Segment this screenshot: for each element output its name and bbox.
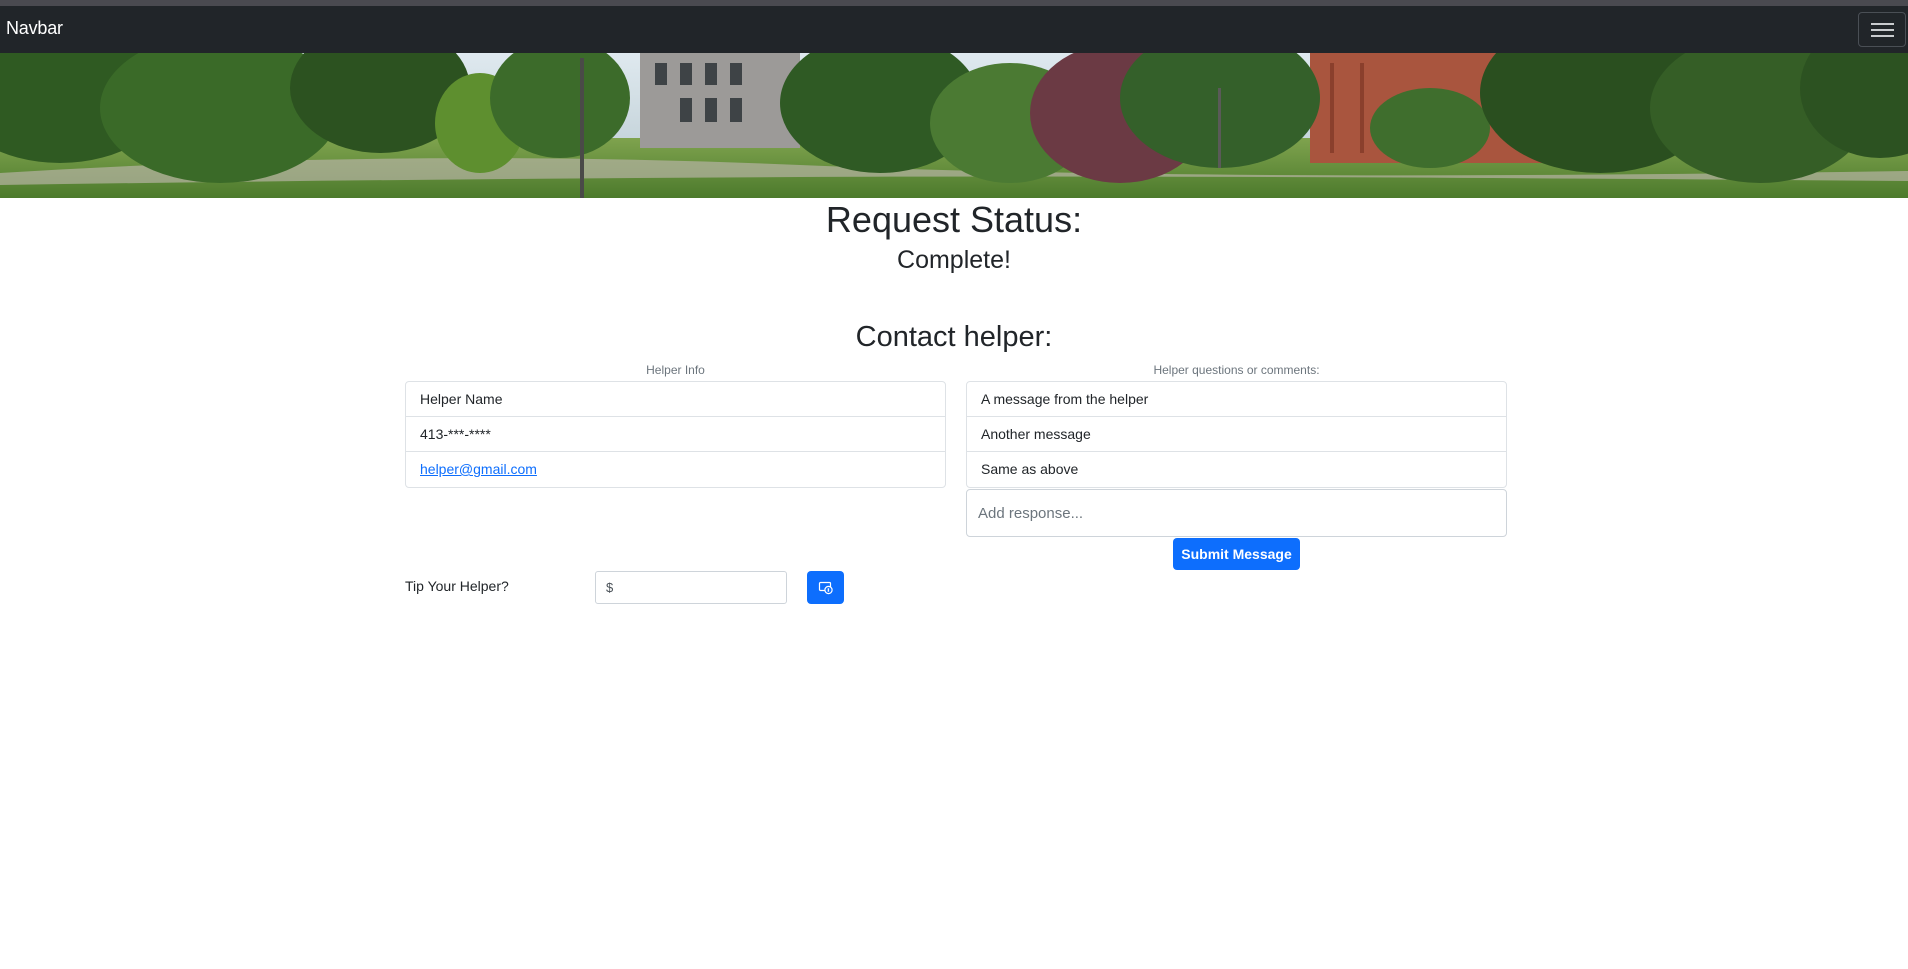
currency-symbol: $ xyxy=(606,580,614,595)
helper-info-caption: Helper Info xyxy=(646,363,705,377)
helper-comments-caption: Helper questions or comments: xyxy=(1153,363,1320,377)
submit-message-button[interactable]: Submit Message xyxy=(1173,538,1300,570)
list-item: A message from the helper xyxy=(967,382,1506,417)
helper-phone: 413-***-**** xyxy=(406,417,945,452)
tip-label: Tip Your Helper? xyxy=(405,578,509,594)
list-item: Same as above xyxy=(981,461,1079,477)
helper-email-item: helper@gmail.com xyxy=(406,452,945,487)
tip-amount-input[interactable] xyxy=(618,572,784,603)
navbar: Navbar xyxy=(0,6,1908,53)
request-status-value: Complete! xyxy=(897,246,1011,274)
response-input[interactable] xyxy=(966,489,1507,537)
tip-submit-button[interactable] xyxy=(807,571,844,604)
request-status-heading: Request Status: xyxy=(825,199,1083,240)
contact-helper-heading: Contact helper: xyxy=(855,321,1053,353)
cash-tip-icon xyxy=(818,581,833,594)
hamburger-menu-icon xyxy=(1871,23,1894,25)
tip-amount-field[interactable]: $ xyxy=(595,571,787,604)
list-item: Another message xyxy=(967,417,1506,452)
navbar-brand[interactable]: Navbar xyxy=(6,18,63,39)
helper-name: Helper Name xyxy=(406,382,945,417)
helper-email-link[interactable]: helper@gmail.com xyxy=(420,461,537,477)
helper-messages-list: A message from the helper Another messag… xyxy=(966,381,1507,488)
helper-info-list: Helper Name 413-***-**** helper@gmail.co… xyxy=(405,381,946,488)
hero-banner-image xyxy=(0,53,1908,198)
navbar-toggler-button[interactable] xyxy=(1858,12,1906,47)
